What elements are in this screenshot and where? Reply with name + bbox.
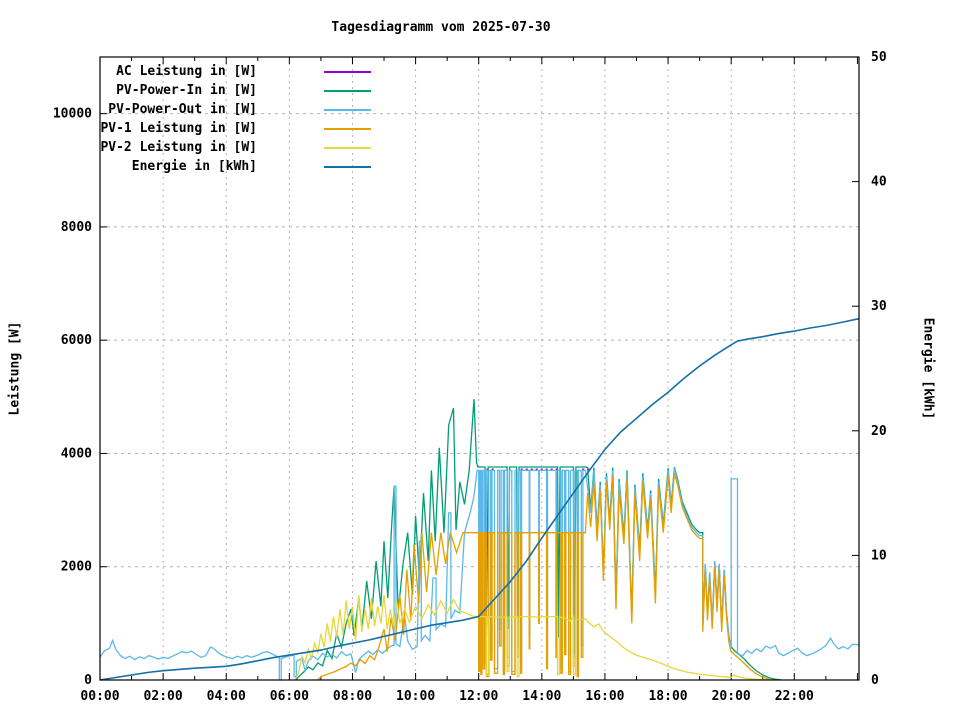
legend-line-sample <box>324 128 371 130</box>
y-tick-label: 4000 <box>61 446 92 461</box>
legend-item: PV-Power-In in [W] <box>100 82 371 101</box>
legend-label: Energie in [kWh] <box>132 159 257 174</box>
legend: AC Leistung in [W] PV-Power-In in [W] PV-P… <box>100 63 371 177</box>
x-tick-label: 10:00 <box>396 689 435 704</box>
x-tick-label: 06:00 <box>270 689 309 704</box>
y-tick-label: 0 <box>84 673 92 688</box>
legend-item: PV-1 Leistung in [W] <box>100 120 371 139</box>
y2-tick-label: 40 <box>871 175 887 190</box>
x-tick-label: 22:00 <box>775 689 814 704</box>
legend-label: PV-Power-In in [W] <box>116 83 257 98</box>
x-tick-label: 14:00 <box>522 689 561 704</box>
legend-item: PV-Power-Out in [W] <box>100 101 371 120</box>
y-tick-label: 8000 <box>61 220 92 235</box>
chart-canvas: 00:00 02:00 04:00 06:00 08:00 10:00 12:00 14:00… <box>0 0 960 720</box>
x-tick-label: 20:00 <box>712 689 751 704</box>
y2-tick-label: 0 <box>871 673 879 688</box>
legend-line-sample <box>324 90 371 92</box>
y2-tick-label: 10 <box>871 548 887 563</box>
chart-title: Tagesdiagramm vom 2025-07-30 <box>241 20 641 35</box>
legend-label: PV-1 Leistung in [W] <box>100 121 257 136</box>
y-axis-title: Leistung [W] <box>8 269 23 469</box>
x-tick-label: 16:00 <box>585 689 624 704</box>
legend-line-sample <box>324 166 371 168</box>
y-tick-label: 10000 <box>53 107 92 122</box>
y2-tick-label: 30 <box>871 299 887 314</box>
x-tick-label: 08:00 <box>333 689 372 704</box>
legend-label: PV-2 Leistung in [W] <box>100 140 257 155</box>
y2-axis-title: Energie [kWh] <box>921 269 936 469</box>
legend-line-sample <box>324 71 371 73</box>
y2-tick-label: 50 <box>871 50 887 65</box>
legend-line-sample <box>324 147 371 149</box>
legend-item: Energie in [kWh] <box>100 158 371 177</box>
legend-label: PV-Power-Out in [W] <box>108 102 257 117</box>
y-tick-label: 6000 <box>61 333 92 348</box>
legend-line-sample <box>324 109 371 111</box>
legend-label: AC Leistung in [W] <box>116 64 257 79</box>
x-tick-label: 18:00 <box>648 689 687 704</box>
x-tick-label: 12:00 <box>459 689 498 704</box>
x-tick-label: 00:00 <box>80 689 119 704</box>
x-tick-label: 02:00 <box>144 689 183 704</box>
legend-item: PV-2 Leistung in [W] <box>100 139 371 158</box>
y2-tick-label: 20 <box>871 424 887 439</box>
x-tick-label: 04:00 <box>207 689 246 704</box>
y-tick-label: 2000 <box>61 560 92 575</box>
series-line <box>295 595 772 680</box>
legend-item: AC Leistung in [W] <box>100 63 371 82</box>
